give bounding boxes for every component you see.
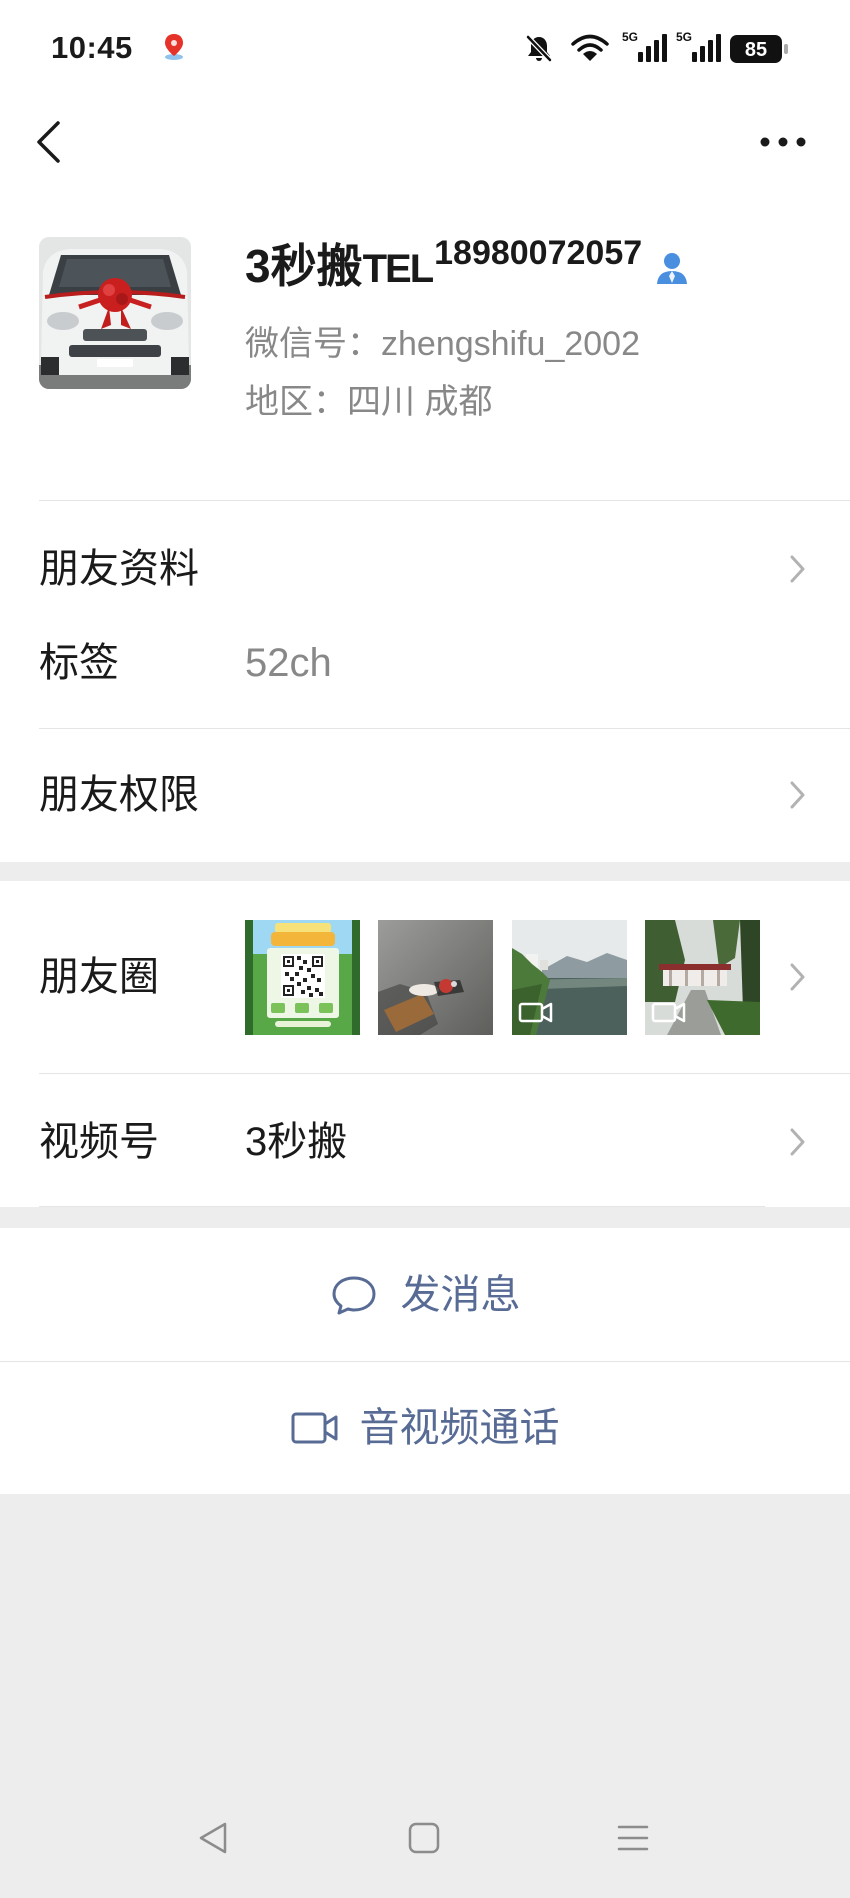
divider (39, 1206, 765, 1207)
back-arrow-icon[interactable] (34, 120, 62, 164)
moments-thumbnail (245, 920, 360, 1035)
chat-bubble-icon (332, 1276, 375, 1314)
row-friend-permissions[interactable]: 朋友权限 (0, 755, 850, 835)
chevron-right-icon (790, 555, 805, 583)
tags-value: 52ch (245, 641, 332, 685)
moments-thumbnail (512, 920, 627, 1035)
signal-icon: 5G (676, 30, 721, 62)
profile-name: 3秒搬 (245, 240, 363, 292)
system-nav-bar (0, 1790, 850, 1886)
region: 地区：四川 成都 (245, 383, 493, 421)
divider (39, 1073, 850, 1074)
more-button[interactable] (748, 118, 818, 166)
row-channels[interactable]: 视频号 3秒搬 (0, 1102, 850, 1182)
channels-value: 3秒搬 (245, 1120, 348, 1164)
row-label: 视频号 (39, 1120, 159, 1164)
battery-level: 85 (745, 39, 767, 61)
row-label: 标签 (39, 641, 119, 685)
avatar[interactable] (39, 237, 191, 389)
contact-person-icon (654, 240, 690, 284)
video-camera-icon (291, 1412, 337, 1444)
status-time: 10:45 (51, 30, 133, 65)
location-pin-icon (165, 34, 183, 60)
chevron-right-icon (790, 781, 805, 809)
row-label: 朋友资料 (39, 547, 199, 591)
video-icon (651, 1002, 686, 1023)
mute-bell-icon (526, 35, 552, 62)
chevron-right-icon (790, 1128, 805, 1156)
nav-home-icon[interactable] (407, 1821, 441, 1855)
wechat-id: 微信号：zhengshifu_2002 (245, 325, 641, 363)
divider (39, 500, 850, 501)
video-icon (518, 1002, 553, 1023)
network-type-label: 5G (622, 30, 638, 44)
battery-icon: 85 (730, 35, 788, 63)
contact-profile-page: 10:45 5G 5G 85 3秒搬TEL18980072057 微信号：zhe… (0, 0, 850, 1898)
chevron-right-icon (790, 963, 805, 991)
profile-card (0, 0, 850, 862)
row-moments[interactable]: 朋友圈 (0, 920, 850, 1035)
more-icon[interactable] (755, 135, 811, 149)
profile-phone-superscript: 18980072057 (434, 234, 643, 272)
send-message-label: 发消息 (400, 1272, 521, 1317)
divider (39, 728, 850, 729)
row-tags[interactable]: 标签 52ch (0, 623, 850, 703)
video-call-button[interactable]: 音视频通话 (0, 1362, 850, 1494)
row-label: 朋友权限 (39, 773, 199, 817)
profile-name-line: 3秒搬TEL18980072057 (245, 236, 690, 299)
profile-name-suffix: TEL (362, 247, 435, 291)
row-label: 朋友圈 (39, 955, 159, 999)
network-type-label: 5G (676, 30, 692, 44)
row-friend-profile[interactable]: 朋友资料 (0, 529, 850, 609)
moments-thumbnail (645, 920, 760, 1035)
nav-recents-icon[interactable] (616, 1823, 650, 1853)
send-message-button[interactable]: 发消息 (0, 1228, 850, 1361)
nav-back-icon[interactable] (197, 1821, 229, 1855)
wifi-icon (571, 34, 609, 61)
signal-icon: 5G (622, 30, 667, 62)
video-call-label: 音视频通话 (359, 1406, 560, 1450)
back-button[interactable] (20, 110, 76, 174)
moments-thumbnail (378, 920, 493, 1035)
